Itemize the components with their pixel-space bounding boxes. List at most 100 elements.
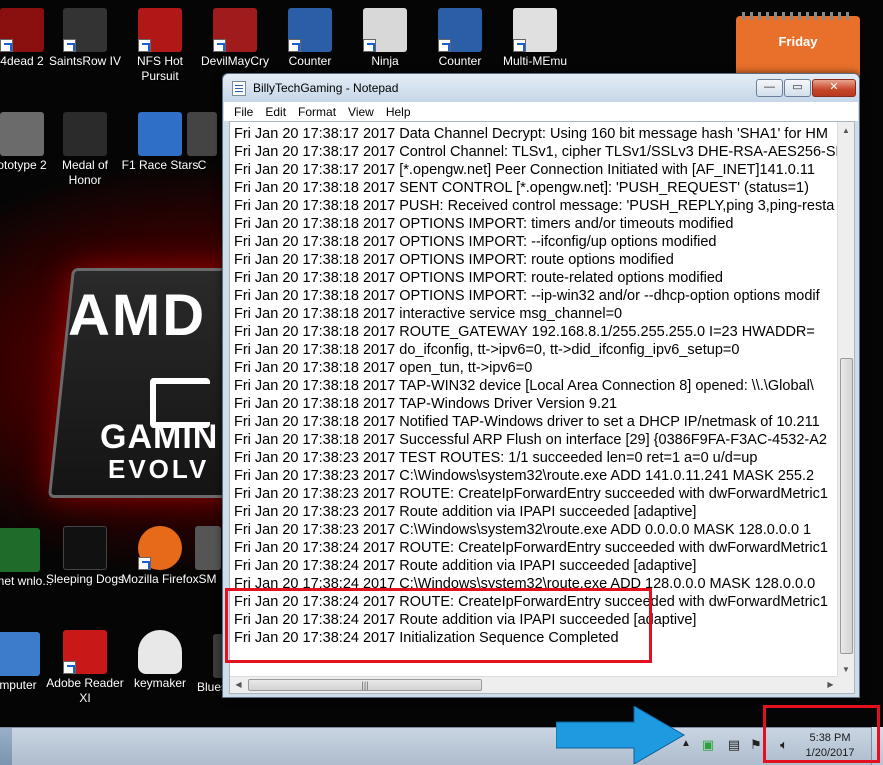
f1-race-stars-icon	[138, 112, 182, 156]
desktop-icon-partial-sm[interactable]: SM	[190, 526, 225, 587]
maximize-button[interactable]: ▭	[784, 79, 811, 97]
minimize-button[interactable]: —	[756, 79, 783, 97]
horizontal-scrollbar[interactable]: ◀ ||| ▶	[230, 676, 839, 693]
desktop-icon-label: Medal of Honor	[61, 158, 109, 187]
desktop-icon-label: mputer	[0, 678, 37, 692]
clock-date: 1/20/2017	[805, 747, 855, 759]
notepad-window[interactable]: BillyTechGaming - Notepad — ▭ ✕ File Edit…	[222, 73, 860, 698]
taskbar-clock[interactable]: 5:38 PM 1/20/2017	[790, 731, 870, 761]
desktop-icon-label: 4dead 2	[0, 54, 44, 68]
desktop-icon-ninja[interactable]: Ninja	[345, 8, 425, 69]
menu-file[interactable]: File	[224, 102, 259, 119]
keymaker-icon	[138, 630, 182, 674]
log-line: Fri Jan 20 17:38:24 2017 Route addition …	[234, 558, 697, 574]
network-icon[interactable]: ▣	[700, 737, 716, 753]
horizontal-scroll-thumb[interactable]: |||	[248, 679, 482, 691]
left4dead-icon	[0, 8, 44, 52]
nfs-icon	[138, 8, 182, 52]
log-text-area[interactable]: Fri Jan 20 17:38:17 2017 Data Channel De…	[230, 122, 839, 678]
log-line: Fri Jan 20 17:38:18 2017 interactive ser…	[234, 306, 623, 322]
desktop-icon-keymaker[interactable]: keymaker	[120, 630, 200, 691]
log-line: Fri Jan 20 17:38:24 2017 C:\Windows\syst…	[234, 576, 816, 592]
log-line: Fri Jan 20 17:38:18 2017 OPTIONS IMPORT:…	[234, 270, 723, 286]
desktop-icon-medalofhonor[interactable]: Medal of Honor	[45, 112, 125, 188]
title-bar[interactable]: BillyTechGaming - Notepad — ▭ ✕	[223, 74, 859, 102]
desktop-icon-partial-c[interactable]: C	[182, 112, 222, 173]
vertical-scrollbar[interactable]: ▲ ▼	[837, 122, 854, 678]
desktop-icon-label: Mozilla Firefox	[121, 572, 199, 586]
desktop-icon-label: Counter	[438, 54, 482, 68]
desktop-icon-label: Adobe Reader XI	[46, 676, 124, 705]
menu-view[interactable]: View	[342, 102, 380, 119]
desktop-icon-label: Multi-MEmu	[502, 54, 567, 68]
sleeping-dogs-icon	[63, 526, 107, 570]
desktop-icon-multimemu[interactable]: Multi-MEmu	[495, 8, 575, 69]
vertical-scroll-thumb[interactable]	[840, 358, 853, 654]
log-line: Fri Jan 20 17:38:18 2017 OPTIONS IMPORT:…	[234, 288, 820, 304]
log-line: Fri Jan 20 17:38:23 2017 C:\Windows\syst…	[234, 522, 812, 538]
tray-expand-chevron-icon[interactable]: ▲	[681, 738, 691, 749]
desktop-icon-saintsrow[interactable]: SaintsRow IV	[45, 8, 125, 69]
desktop-icon-label: SaintsRow IV	[48, 54, 122, 68]
wallpaper-evolved-text: EVOLV	[108, 454, 210, 484]
log-line: Fri Jan 20 17:38:18 2017 ROUTE_GATEWAY 1…	[234, 324, 815, 340]
resize-grip[interactable]	[837, 676, 854, 693]
log-line: Fri Jan 20 17:38:18 2017 do_ifconfig, tt…	[234, 342, 740, 358]
desktop-icon-sleepingdogs[interactable]: Sleeping Dogs	[45, 526, 125, 587]
desktop-icon-firefox[interactable]: Mozilla Firefox	[120, 526, 200, 587]
log-line: Fri Jan 20 17:38:18 2017 TAP-Windows Dri…	[234, 396, 618, 412]
internet-download-icon	[0, 528, 40, 572]
counter-strike-icon	[438, 8, 482, 52]
log-line: Fri Jan 20 17:38:18 2017 OPTIONS IMPORT:…	[234, 252, 674, 268]
log-line: Fri Jan 20 17:38:18 2017 TAP-WIN32 devic…	[234, 378, 814, 394]
menu-edit[interactable]: Edit	[259, 102, 292, 119]
menu-help[interactable]: Help	[380, 102, 417, 119]
log-line: Fri Jan 20 17:38:24 2017 ROUTE: CreateIp…	[234, 594, 828, 610]
desktop-icon-counter-2[interactable]: Counter	[420, 8, 500, 69]
counter-strike-icon	[288, 8, 332, 52]
log-line: Fri Jan 20 17:38:18 2017 PUSH: Received …	[234, 198, 835, 214]
menu-bar: File Edit Format View Help	[224, 102, 858, 121]
show-desktop-button[interactable]	[871, 727, 883, 765]
calendar-rings	[742, 12, 854, 20]
notepad-icon[interactable]	[232, 81, 246, 96]
log-line: Fri Jan 20 17:38:24 2017 Route addition …	[234, 612, 697, 628]
log-line: Fri Jan 20 17:38:18 2017 OPTIONS IMPORT:…	[234, 234, 717, 250]
log-line: Fri Jan 20 17:38:18 2017 SENT CONTROL [*…	[234, 180, 809, 196]
adobe-reader-icon	[63, 630, 107, 674]
desktop-icon-label: Sleeping Dogs	[45, 572, 125, 586]
close-button[interactable]: ✕	[812, 79, 856, 97]
ninja-icon	[363, 8, 407, 52]
calendar-day: Friday	[778, 34, 818, 49]
action-center-flag-icon[interactable]: ⚑	[748, 737, 764, 753]
log-line: Fri Jan 20 17:38:24 2017 Initialization …	[234, 630, 619, 646]
computer-icon	[0, 632, 40, 676]
log-line: Fri Jan 20 17:38:17 2017 Data Channel De…	[234, 126, 828, 142]
partial-icon	[187, 112, 217, 156]
desktop-icon-label: ototype 2	[0, 158, 47, 172]
menu-format[interactable]: Format	[292, 102, 342, 119]
log-line: Fri Jan 20 17:38:18 2017 open_tun, tt->i…	[234, 360, 533, 376]
log-line: Fri Jan 20 17:38:17 2017 Control Channel…	[234, 144, 839, 160]
desktop-icon-label: keymaker	[133, 676, 186, 690]
saintsrow-icon	[63, 8, 107, 52]
desktop-icon-label: C	[197, 158, 207, 172]
desktop-icon-devilmaycry[interactable]: DevilMayCry	[195, 8, 275, 69]
log-line: Fri Jan 20 17:38:23 2017 ROUTE: CreateIp…	[234, 486, 828, 502]
log-line: Fri Jan 20 17:38:18 2017 Successful ARP …	[234, 432, 827, 448]
partial-icon	[194, 526, 221, 570]
medal-of-honor-icon	[63, 112, 107, 156]
display-icon[interactable]: ▤	[726, 737, 742, 753]
desktop-icon-nfs[interactable]: NFS Hot Pursuit	[120, 8, 200, 84]
desktop-icon-counter[interactable]: Counter	[270, 8, 350, 69]
scroll-left-arrow-icon[interactable]: ◀	[230, 677, 247, 693]
log-line: Fri Jan 20 17:38:23 2017 TEST ROUTES: 1/…	[234, 450, 758, 466]
log-line: Fri Jan 20 17:38:24 2017 ROUTE: CreateIp…	[234, 540, 828, 556]
desktop-icon-adobe-reader[interactable]: Adobe Reader XI	[45, 630, 125, 706]
desktop-icon-label: DevilMayCry	[200, 54, 269, 68]
text-editor[interactable]: Fri Jan 20 17:38:17 2017 Data Channel De…	[229, 121, 855, 694]
calendar-gadget[interactable]: Friday	[736, 12, 860, 76]
desktop-icon-label: Counter	[288, 54, 332, 68]
scroll-up-arrow-icon[interactable]: ▲	[838, 122, 854, 139]
taskbar-edge[interactable]	[0, 728, 12, 765]
